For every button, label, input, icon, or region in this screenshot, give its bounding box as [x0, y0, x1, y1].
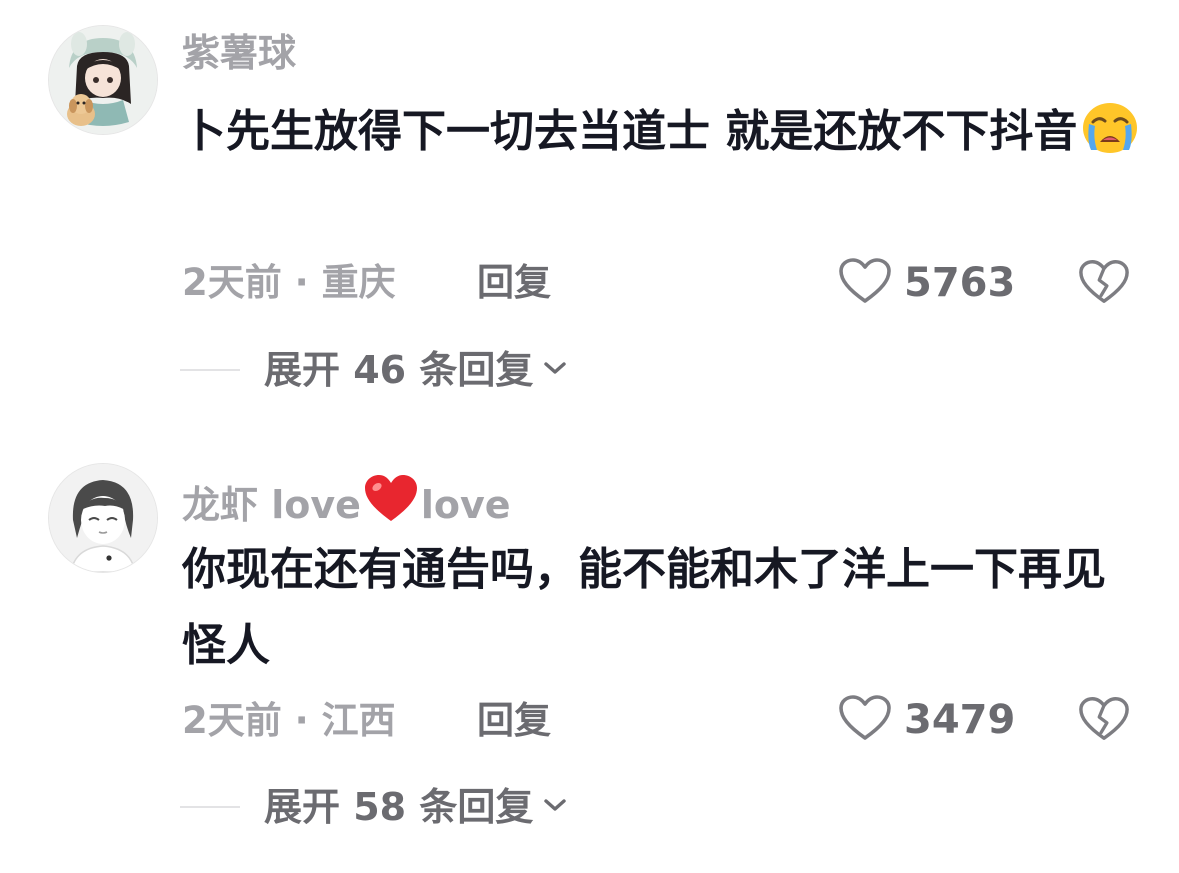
time-location: 2天前 · 江西	[182, 699, 396, 742]
chevron-down-icon	[541, 358, 569, 382]
broken-heart-icon	[1078, 260, 1130, 310]
avatar[interactable]	[48, 463, 158, 573]
chevron-down-icon	[541, 795, 569, 819]
dislike-button[interactable]	[1078, 695, 1130, 745]
comment-text-content: 卜先生放得下一切去当道士 就是还放不下抖音	[182, 106, 1078, 157]
username-text: 紫薯球	[182, 31, 297, 75]
heart-outline-icon	[838, 257, 892, 309]
like-count: 3479	[904, 697, 1016, 743]
fade-overlay	[470, 828, 710, 868]
red-heart-icon	[363, 474, 419, 530]
like-count: 5763	[904, 260, 1016, 306]
like-button[interactable]: 5763	[838, 258, 1015, 308]
like-button[interactable]: 3479	[838, 695, 1015, 745]
reply-button[interactable]: 回复	[477, 264, 551, 301]
username-suffix: love	[420, 483, 511, 527]
expand-replies-label: 展开 58 条回复	[264, 785, 534, 829]
avatar-image	[49, 26, 157, 134]
comment-text: 卜先生放得下一切去当道士 就是还放不下抖音	[182, 94, 1142, 178]
comment-text-content: 你现在还有通告吗，能不能和木了洋上一下再见怪人	[182, 544, 1106, 671]
username[interactable]: 龙虾 love love	[182, 474, 511, 530]
comment-text: 你现在还有通告吗，能不能和木了洋上一下再见怪人	[182, 532, 1142, 684]
expand-replies[interactable]: 展开 58 条回复	[180, 785, 569, 829]
loudly-crying-face-icon	[1081, 102, 1139, 178]
divider	[180, 806, 240, 808]
expand-replies[interactable]: 展开 46 条回复	[180, 348, 569, 392]
username[interactable]: 紫薯球	[182, 34, 296, 72]
reply-button[interactable]: 回复	[477, 702, 551, 739]
heart-outline-icon	[838, 694, 892, 746]
username-text: 龙虾 love	[182, 483, 361, 527]
expand-replies-label: 展开 46 条回复	[264, 348, 534, 392]
time-location: 2天前 · 重庆	[182, 261, 396, 304]
dislike-button[interactable]	[1078, 258, 1130, 308]
avatar[interactable]	[48, 25, 158, 135]
avatar-image	[49, 464, 157, 572]
broken-heart-icon	[1078, 697, 1130, 747]
divider	[180, 369, 240, 371]
